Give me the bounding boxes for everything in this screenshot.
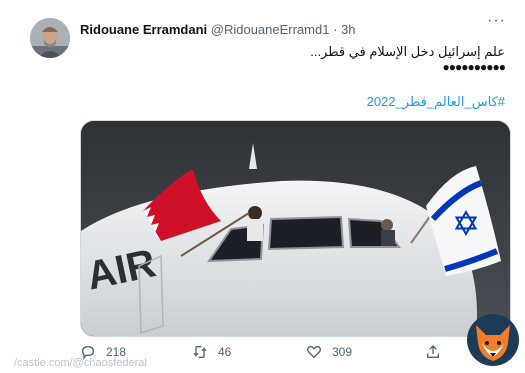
like-icon: [307, 345, 321, 359]
tweet-media-image[interactable]: AIR: [80, 120, 511, 337]
tweet-header: Ridouane Erramdani @RidouaneErramd1 · 3h: [80, 22, 356, 37]
retweet-icon: [193, 346, 207, 358]
tweet-text-line-2: ●●●●●●●●●●: [442, 60, 506, 74]
share-button[interactable]: [425, 344, 441, 360]
tweet-text-line-1: علم إسرائيل دخل الإسلام في قطر...: [310, 44, 505, 59]
avatar[interactable]: [30, 18, 70, 58]
tweet-card[interactable]: Ridouane Erramdani @RidouaneErramd1 · 3h…: [0, 0, 525, 373]
airplane-flags-photo: AIR: [81, 121, 510, 336]
tweet-time[interactable]: 3h: [341, 22, 355, 37]
separator: ·: [333, 22, 338, 37]
hashtag-link[interactable]: #كاس_العالم_قطر_2022: [367, 94, 505, 110]
watermark-text: /castle.com/@chaosfederal: [14, 357, 147, 369]
fox-logo-icon: [466, 313, 520, 367]
author-name[interactable]: Ridouane Erramdani: [80, 22, 207, 37]
like-button[interactable]: 309: [306, 344, 352, 360]
author-handle[interactable]: @RidouaneErramd1: [211, 22, 330, 37]
like-count: 309: [332, 345, 353, 359]
share-icon: [427, 345, 439, 358]
retweet-button[interactable]: 46: [192, 344, 231, 360]
more-options-button[interactable]: ···: [487, 12, 506, 30]
retweet-count: 46: [218, 345, 232, 359]
